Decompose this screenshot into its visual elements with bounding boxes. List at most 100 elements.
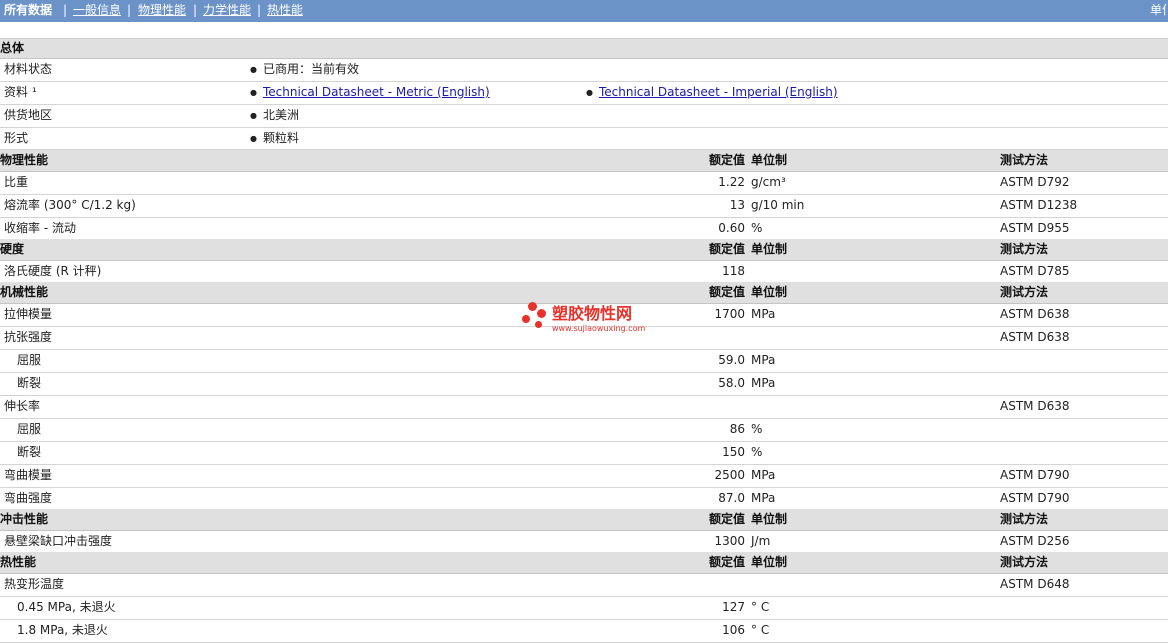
nav-all-data[interactable]: 所有数据 <box>4 0 52 20</box>
property-row: 屈服 59.0 MPa <box>0 350 1168 373</box>
property-value: 87.0 <box>718 491 745 505</box>
property-test-method: ASTM D792 <box>1000 175 1070 189</box>
doc-imperial-link[interactable]: Technical Datasheet - Imperial (English) <box>599 85 838 99</box>
property-unit: MPa <box>751 307 776 321</box>
section-title: 物理性能 <box>0 153 49 167</box>
unit-selector[interactable]: 单位 <box>1150 0 1166 20</box>
form-value: 颗粒料 <box>250 128 299 150</box>
property-name: 屈服 <box>17 422 42 436</box>
property-value: 59.0 <box>718 353 745 367</box>
property-row: 形式 颗粒料 <box>0 128 1168 150</box>
property-test-method: ASTM D785 <box>1000 264 1070 278</box>
logo-dot <box>522 315 530 323</box>
property-test-method: ASTM D1238 <box>1000 198 1078 212</box>
property-value: 1300 <box>714 534 745 548</box>
column-header-value: 额定值 <box>708 285 745 299</box>
property-test-method: ASTM D648 <box>1000 577 1070 591</box>
nav-separator: | <box>257 3 262 17</box>
section-header-impact: 冲击性能 额定值 单位制 测试方法 <box>0 509 1168 531</box>
property-value: 127 <box>722 600 745 614</box>
column-header-unit: 单位制 <box>751 242 788 256</box>
property-name: 0.45 MPa, 未退火 <box>17 600 116 614</box>
column-header-test: 测试方法 <box>1000 512 1049 526</box>
property-unit: % <box>751 445 763 459</box>
column-header-unit: 单位制 <box>751 285 788 299</box>
property-row: 材料状态 已商用：当前有效 <box>0 59 1168 82</box>
property-row: 洛氏硬度 (R 计秤) 118 ASTM D785 <box>0 261 1168 284</box>
property-label: 资料 ¹ <box>4 85 37 99</box>
property-label: 形式 <box>4 131 29 145</box>
property-name: 断裂 <box>17 445 42 459</box>
property-name: 屈服 <box>17 353 42 367</box>
property-test-method: ASTM D638 <box>1000 399 1070 413</box>
section-title: 硬度 <box>0 242 25 256</box>
property-name: 拉伸模量 <box>4 307 53 321</box>
property-row: 比重 1.22 g/cm³ ASTM D792 <box>0 172 1168 195</box>
property-label: 供货地区 <box>4 108 53 122</box>
column-header-value: 额定值 <box>708 555 745 569</box>
column-header-test: 测试方法 <box>1000 555 1049 569</box>
property-value: 1700 <box>714 307 745 321</box>
property-row: 悬壁梁缺口冲击强度 1300 J/m ASTM D256 <box>0 531 1168 554</box>
watermark-logo: 塑胶物性网 www.sujiaowuxing.com <box>520 302 650 338</box>
column-header-value: 额定值 <box>708 242 745 256</box>
nav-separator: | <box>193 3 198 17</box>
doc-metric-link[interactable]: Technical Datasheet - Metric (English) <box>263 85 490 99</box>
property-name: 抗张强度 <box>4 330 53 344</box>
property-unit: g/10 min <box>751 198 805 212</box>
property-unit: MPa <box>751 491 776 505</box>
property-row: 资料 ¹ Technical Datasheet - Metric (Engli… <box>0 82 1168 105</box>
property-test-method: ASTM D638 <box>1000 307 1070 321</box>
top-nav-bar: 所有数据 | 一般信息 | 物理性能 | 力学性能 | 热性能 单位 <box>0 0 1168 22</box>
section-title: 热性能 <box>0 555 37 569</box>
property-unit: % <box>751 422 763 436</box>
nav-link-thermal[interactable]: 热性能 <box>267 0 303 20</box>
property-test-method: ASTM D790 <box>1000 468 1070 482</box>
property-unit: MPa <box>751 353 776 367</box>
property-row: 弯曲强度 87.0 MPa ASTM D790 <box>0 488 1168 511</box>
property-name: 洛氏硬度 (R 计秤) <box>4 264 102 278</box>
section-header-thermal: 热性能 额定值 单位制 测试方法 <box>0 552 1168 574</box>
column-header-test: 测试方法 <box>1000 242 1049 256</box>
property-name: 弯曲模量 <box>4 468 53 482</box>
property-row: 熔流率 (300° C/1.2 kg) 13 g/10 min ASTM D1238 <box>0 195 1168 218</box>
property-row: 弯曲模量 2500 MPa ASTM D790 <box>0 465 1168 488</box>
nav-link-mechanical[interactable]: 力学性能 <box>203 0 251 20</box>
nav-link-general[interactable]: 一般信息 <box>73 0 121 20</box>
nav-separator: | <box>63 3 68 17</box>
property-name: 熔流率 (300° C/1.2 kg) <box>4 198 136 212</box>
property-test-method: ASTM D955 <box>1000 221 1070 235</box>
property-row: 断裂 58.0 MPa <box>0 373 1168 396</box>
property-name: 弯曲强度 <box>4 491 53 505</box>
watermark-title: 塑胶物性网 <box>552 304 633 323</box>
section-header-hardness: 硬度 额定值 单位制 测试方法 <box>0 239 1168 261</box>
logo-dot <box>537 309 546 318</box>
property-name: 热变形温度 <box>4 577 65 591</box>
property-test-method: ASTM D256 <box>1000 534 1070 548</box>
property-row: 供货地区 北美洲 <box>0 105 1168 128</box>
doc-metric-bullet: Technical Datasheet - Metric (English) <box>250 82 490 104</box>
column-header-test: 测试方法 <box>1000 153 1049 167</box>
nav-link-physical[interactable]: 物理性能 <box>138 0 186 20</box>
doc-imperial-bullet: Technical Datasheet - Imperial (English) <box>586 82 838 104</box>
section-title: 机械性能 <box>0 285 49 299</box>
property-name: 悬壁梁缺口冲击强度 <box>4 534 113 548</box>
property-unit: MPa <box>751 468 776 482</box>
property-row: 屈服 86% <box>0 419 1168 442</box>
section-title: 总体 <box>0 41 25 55</box>
property-unit: g/cm³ <box>751 175 786 189</box>
property-name: 比重 <box>4 175 29 189</box>
property-value: 86 <box>729 422 745 436</box>
section-header-physical: 物理性能 额定值 单位制 测试方法 <box>0 150 1168 172</box>
property-test-method: ASTM D790 <box>1000 491 1070 505</box>
column-header-value: 额定值 <box>708 512 745 526</box>
property-value: 13 <box>729 198 745 212</box>
property-unit: % <box>751 221 763 235</box>
property-value: 1.22 <box>718 175 745 189</box>
column-header-value: 额定值 <box>708 153 745 167</box>
property-row: 收缩率 - 流动 0.60% ASTM D955 <box>0 218 1168 241</box>
property-unit: J/m <box>751 534 771 548</box>
property-value: 150 <box>722 445 745 459</box>
column-header-test: 测试方法 <box>1000 285 1049 299</box>
property-name: 伸长率 <box>4 399 41 413</box>
